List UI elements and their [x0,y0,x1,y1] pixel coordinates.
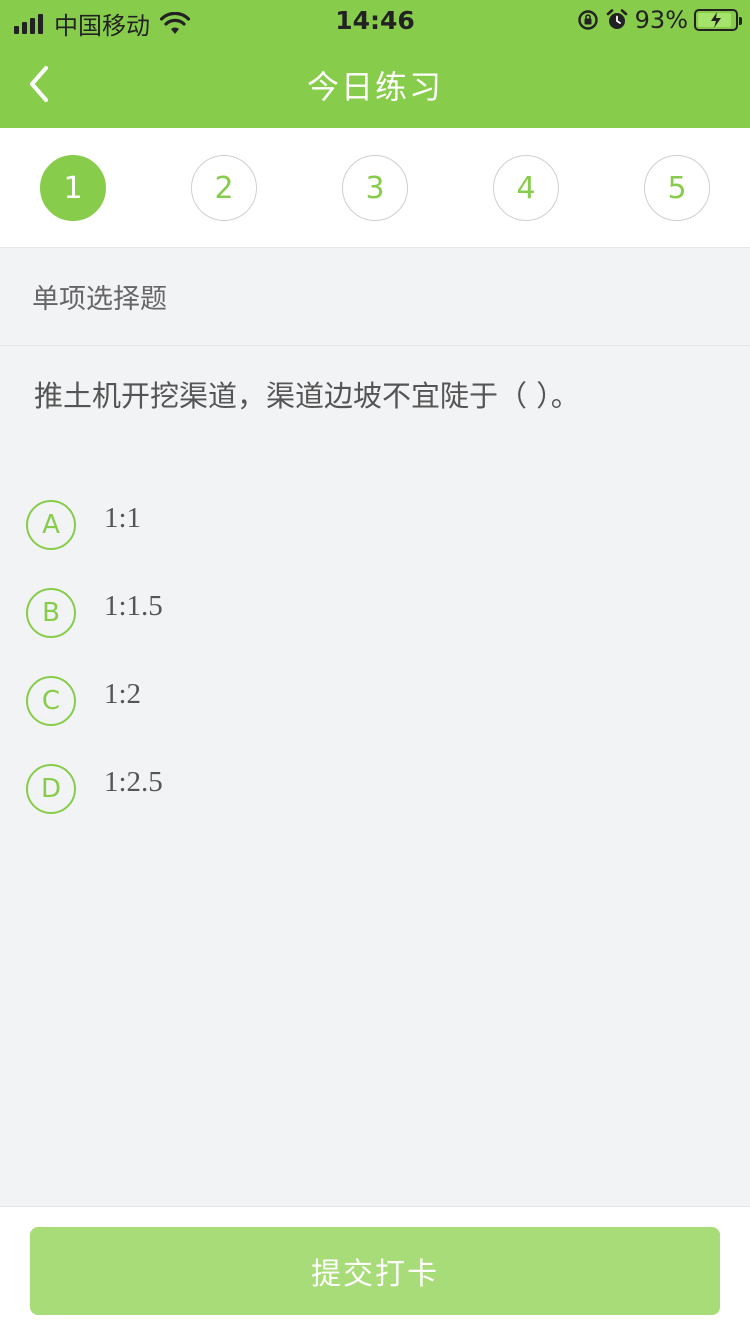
option-text: 1:2.5 [104,765,163,798]
option-c[interactable]: C 1:2 [26,675,726,727]
status-right: 93% [577,6,742,34]
tab-question-4[interactable]: 4 [493,155,559,221]
option-d[interactable]: D 1:2.5 [26,763,726,815]
option-b[interactable]: B 1:1.5 [26,587,726,639]
option-text: 1:2 [104,677,142,710]
option-text: 1:1.5 [104,589,163,622]
option-letter: A [26,500,76,550]
option-text: 1:1 [104,501,142,534]
orientation-lock-icon [577,10,598,30]
submit-checkin-button[interactable]: 提交打卡 [30,1227,720,1315]
question-text: 推土机开挖渠道，渠道边坡不宜陡于（ ）。 [34,379,580,413]
question-type-label: 单项选择题 [0,248,750,346]
app-header: 中国移动 14:46 93% 今日练习 [0,0,750,128]
tab-question-3[interactable]: 3 [342,155,408,221]
status-bar: 中国移动 14:46 93% [0,0,750,40]
question-tabs: 1 2 3 4 5 [0,128,750,248]
battery-charging-icon [694,9,742,31]
tab-question-1[interactable]: 1 [40,155,106,221]
option-letter: C [26,676,76,726]
option-letter: B [26,588,76,638]
battery-percentage: 93% [634,6,688,34]
page-title: 今日练习 [306,68,443,106]
tab-question-2[interactable]: 2 [191,155,257,221]
option-letter: D [26,764,76,814]
footer-bar: 提交打卡 [0,1206,750,1334]
option-a[interactable]: A 1:1 [26,499,726,551]
tab-question-5[interactable]: 5 [644,155,710,221]
alarm-clock-icon [606,9,627,29]
